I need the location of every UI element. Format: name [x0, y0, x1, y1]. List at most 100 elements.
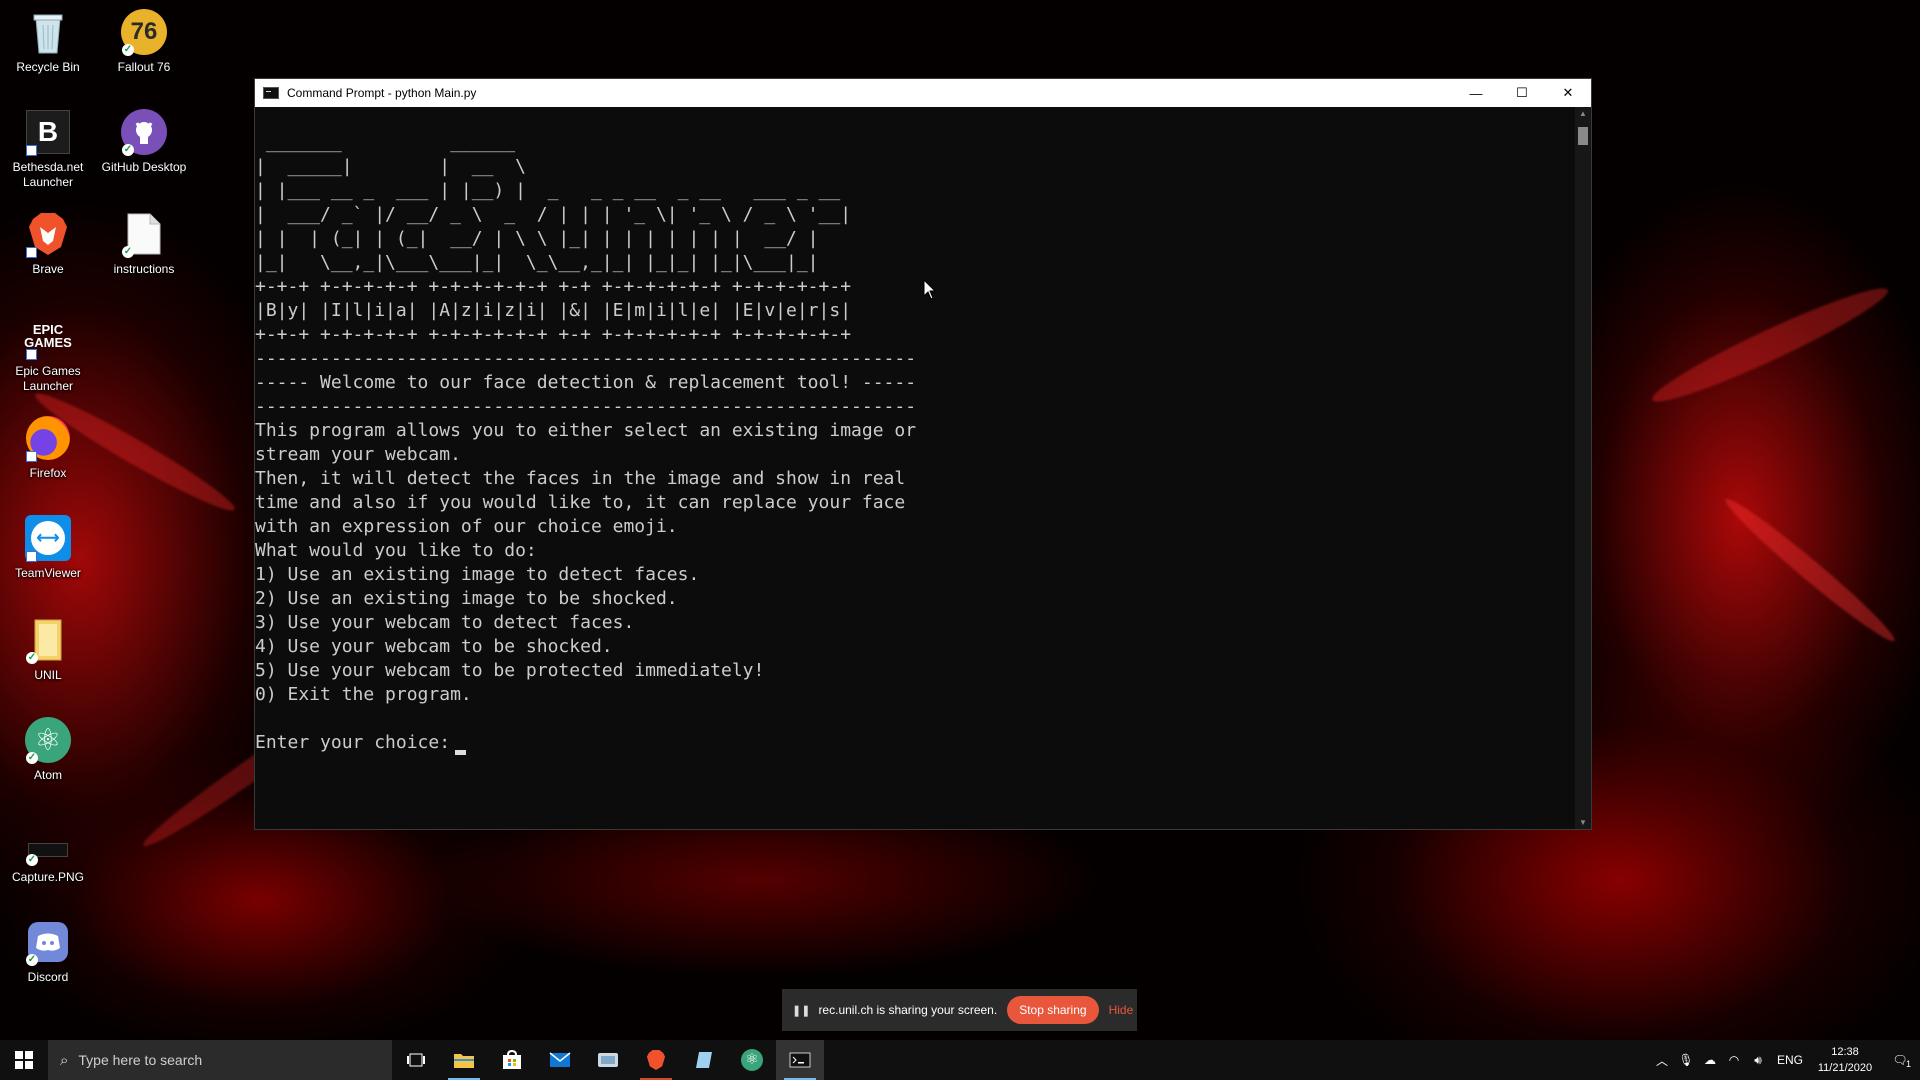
taskbar-app[interactable] [584, 1040, 632, 1080]
taskbar-atom[interactable]: ⚛ [728, 1040, 776, 1080]
window-titlebar[interactable]: Command Prompt - python Main.py — ☐ ✕ [255, 79, 1591, 107]
command-prompt-window[interactable]: Command Prompt - python Main.py — ☐ ✕ __… [254, 78, 1592, 830]
onedrive-icon[interactable]: ☁ [1698, 1053, 1722, 1067]
command-prompt-icon [789, 1052, 811, 1068]
vertical-scrollbar[interactable]: ▲ ▼ [1575, 107, 1591, 829]
menu-prompt: What would you like to do: [255, 540, 537, 561]
search-placeholder: Type here to search [78, 1052, 203, 1068]
desktop-icon-fallout-76[interactable]: 76 ✓ Fallout 76 [98, 8, 190, 75]
welcome-line: ----- Welcome to our face detection & re… [255, 372, 917, 393]
pause-icon[interactable]: ❚❚ [792, 1004, 810, 1017]
desktop-icon-label: Capture.PNG [11, 870, 85, 884]
language-indicator[interactable]: ENG [1770, 1053, 1810, 1067]
desktop-icon-label: Fallout 76 [117, 60, 171, 74]
clock-time: 12:38 [1831, 1046, 1859, 1058]
shortcut-arrow-icon [26, 551, 37, 562]
taskbar-command-prompt[interactable] [776, 1040, 824, 1080]
app-window-icon [598, 1053, 618, 1067]
stop-sharing-button[interactable]: Stop sharing [1007, 996, 1099, 1024]
atom-icon: ⚛ ✓ [24, 716, 72, 764]
desktop-icon-discord[interactable]: ✓ Discord [2, 918, 94, 985]
desktop-icon-github-desktop[interactable]: ✓ GitHub Desktop [98, 108, 190, 175]
desktop-icon-bethesda[interactable]: B Bethesda.net Launcher [2, 108, 94, 190]
credits-border-bottom: +-+-+ +-+-+-+-+ +-+-+-+-+-+ +-+ +-+-+-+-… [255, 324, 852, 345]
taskbar-search[interactable]: ⌕ Type here to search [48, 1040, 392, 1080]
desktop-icon-label: Bethesda.net Launcher [12, 160, 84, 189]
file-explorer-icon [454, 1054, 474, 1068]
chevron-up-icon[interactable]: ︿ [1650, 1052, 1674, 1069]
window-title: Command Prompt - python Main.py [287, 86, 477, 100]
sync-ok-icon: ✓ [122, 44, 134, 56]
minimize-button[interactable]: — [1453, 79, 1499, 107]
mouse-pointer-icon [923, 279, 937, 300]
ascii-banner: _______ ______ | _____| | __ \ | |___ __… [255, 132, 852, 273]
task-view-button[interactable] [392, 1040, 440, 1080]
search-icon: ⌕ [60, 1051, 69, 1069]
clock[interactable]: 12:38 11/21/2020 [1810, 1044, 1880, 1076]
github-desktop-icon: ✓ [120, 108, 168, 156]
terminal-output[interactable]: _______ ______ | _____| | __ \ | |___ __… [255, 107, 1575, 829]
close-button[interactable]: ✕ [1545, 79, 1591, 107]
input-prompt[interactable]: Enter your choice: [255, 731, 1575, 755]
start-button[interactable] [0, 1040, 48, 1080]
shortcut-arrow-icon [26, 247, 37, 258]
image-file-icon: ✓ [24, 818, 72, 866]
desktop-icon-atom[interactable]: ⚛ ✓ Atom [2, 716, 94, 783]
firefox-icon [24, 414, 72, 462]
desktop-icon-instructions[interactable]: ✓ instructions [98, 210, 190, 277]
desktop-icon-capture[interactable]: ✓ Capture.PNG [2, 818, 94, 885]
hide-button[interactable]: Hide [1109, 1003, 1134, 1017]
desktop-icon-label: Epic Games Launcher [15, 364, 81, 393]
taskbar-mail[interactable] [536, 1040, 584, 1080]
taskbar-brave[interactable] [632, 1040, 680, 1080]
notification-center-button[interactable]: 🗨︎ 1 [1880, 1053, 1920, 1069]
taskbar-store[interactable] [488, 1040, 536, 1080]
menu-option: 3) Use your webcam to detect faces. [255, 612, 635, 633]
teamviewer-icon: ⟷ [24, 514, 72, 562]
shortcut-arrow-icon [26, 451, 37, 462]
brave-icon [646, 1050, 666, 1070]
microphone-icon[interactable]: 🎙︎ [1674, 1053, 1698, 1067]
epic-games-icon: EPIC GAMES [24, 312, 72, 360]
windows-logo-icon [15, 1051, 33, 1069]
text-cursor [455, 750, 466, 755]
taskbar-file-explorer[interactable] [440, 1040, 488, 1080]
desktop-icon-label: Discord [27, 970, 69, 984]
system-tray: ︿ 🎙︎ ☁ ◠ 🔊︎ ENG 12:38 11/21/2020 🗨︎ 1 [1650, 1040, 1920, 1080]
desktop-icon-label: Recycle Bin [16, 60, 80, 74]
desktop-icon-label: Brave [32, 262, 64, 276]
text-file-icon: ✓ [120, 210, 168, 258]
sync-ok-icon: ✓ [26, 854, 38, 866]
rule-line: ----------------------------------------… [255, 396, 917, 417]
maximize-button[interactable]: ☐ [1499, 79, 1545, 107]
desktop-icon-label: Firefox [29, 466, 67, 480]
program-description: This program allows you to either select… [255, 420, 917, 537]
credits-line: |B|y| |I|l|i|a| |A|z|i|z|i| |&| |E|m|i|l… [255, 300, 852, 321]
taskbar-notes[interactable] [680, 1040, 728, 1080]
bethesda-launcher-icon: B [24, 108, 72, 156]
desktop-icon-teamviewer[interactable]: ⟷ TeamViewer [2, 514, 94, 581]
scroll-up-icon[interactable]: ▲ [1575, 109, 1591, 118]
desktop-icon-recycle-bin[interactable]: Recycle Bin [2, 8, 94, 75]
desktop-icon-label: GitHub Desktop [101, 160, 187, 174]
recycle-bin-icon [24, 8, 72, 56]
volume-icon[interactable]: 🔊︎ [1746, 1053, 1770, 1068]
desktop-icon-brave[interactable]: Brave [2, 210, 94, 277]
desktop-icon-epic-games[interactable]: EPIC GAMES Epic Games Launcher [2, 312, 94, 394]
desktop-icon-label: UNIL [34, 668, 62, 682]
menu-option: 0) Exit the program. [255, 684, 472, 705]
scroll-down-icon[interactable]: ▼ [1575, 818, 1591, 827]
store-icon [503, 1050, 521, 1069]
menu-option: 5) Use your webcam to be protected immed… [255, 660, 765, 681]
notes-icon [696, 1052, 712, 1068]
scrollbar-thumb[interactable] [1578, 127, 1588, 145]
mail-icon [549, 1052, 571, 1067]
sync-ok-icon: ✓ [122, 144, 134, 156]
desktop-icon-firefox[interactable]: Firefox [2, 414, 94, 481]
wallpaper-streak [1719, 491, 1901, 649]
command-prompt-icon [263, 87, 279, 99]
shortcut-arrow-icon [26, 145, 37, 156]
desktop-icon-unil[interactable]: ✓ UNIL [2, 616, 94, 683]
wifi-icon[interactable]: ◠ [1722, 1053, 1746, 1067]
